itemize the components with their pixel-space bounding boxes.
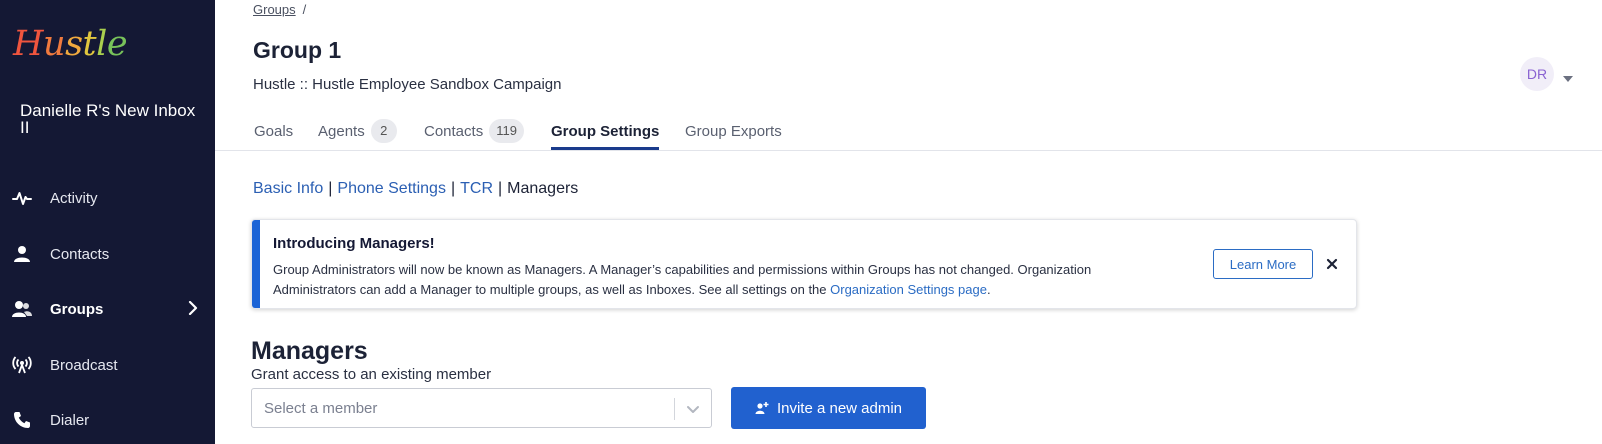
breadcrumb-link-groups[interactable]: Groups (253, 2, 296, 17)
sidebar-item-label: Contacts (50, 245, 110, 263)
tab-divider (215, 150, 1602, 151)
member-select-placeholder: Select a member (264, 400, 378, 417)
tab-label: Group Settings (551, 123, 660, 140)
tab-goals[interactable]: Goals (254, 112, 293, 150)
broadcast-icon (12, 355, 32, 375)
subnav-tcr[interactable]: TCR (460, 180, 493, 197)
subnav-separator: | (498, 180, 503, 197)
alert-title: Introducing Managers! (273, 235, 435, 252)
logo-letter: l (96, 24, 107, 64)
logo-letter: s (65, 24, 83, 64)
sidebar-item-activity[interactable]: Activity (0, 178, 215, 218)
tab-label: Contacts (424, 123, 484, 140)
tab-group-exports[interactable]: Group Exports (685, 112, 782, 150)
count-badge: 119 (489, 119, 524, 143)
breadcrumb-separator: / (302, 2, 307, 17)
activity-icon (12, 188, 32, 208)
logo-letter: t (82, 24, 97, 64)
hustle-logo[interactable]: Hustle (13, 24, 128, 64)
tab-label: Goals (254, 123, 294, 140)
close-icon[interactable] (1324, 256, 1340, 272)
avatar[interactable]: DR (1520, 57, 1554, 91)
sidebar-item-label: Activity (50, 189, 98, 207)
subnav-separator: | (328, 180, 333, 197)
member-select[interactable]: Select a member (251, 388, 712, 428)
sidebar-item-contacts[interactable]: Contacts (0, 234, 215, 274)
managers-announcement-alert: Introducing Managers! Group Administrato… (251, 219, 1357, 309)
tab-contacts[interactable]: Contacts 119 (424, 112, 524, 150)
breadcrumb: Groups / (253, 2, 306, 17)
managers-heading: Managers (251, 337, 368, 365)
sidebar-item-broadcast[interactable]: Broadcast (0, 345, 215, 385)
select-divider (674, 398, 675, 420)
sidebar-item-dialer[interactable]: Dialer (0, 400, 215, 440)
page-title: Group 1 (253, 37, 342, 63)
tab-agents[interactable]: Agents 2 (318, 112, 397, 150)
phone-icon (12, 410, 32, 430)
chevron-right-icon (188, 300, 198, 320)
groups-icon (12, 299, 32, 319)
subnav-basic-info[interactable]: Basic Info (253, 180, 323, 197)
subnav-managers-current: Managers (507, 180, 579, 197)
learn-more-button[interactable]: Learn More (1213, 249, 1313, 279)
page-subtitle: Hustle :: Hustle Employee Sandbox Campai… (253, 76, 562, 93)
logo-letter: H (13, 24, 44, 64)
tab-label: Group Exports (685, 123, 782, 140)
add-user-icon (755, 401, 769, 415)
sidebar-item-label: Groups (50, 300, 104, 318)
sidebar: Hustle Danielle R's New Inbox II Activit… (0, 0, 215, 444)
inbox-name[interactable]: Danielle R's New Inbox II (20, 102, 200, 136)
invite-button-label: Invite a new admin (776, 399, 903, 417)
logo-letter: u (43, 24, 66, 64)
alert-body-end: . (986, 281, 991, 297)
subnav-separator: | (450, 180, 456, 197)
sidebar-item-label: Broadcast (50, 356, 118, 374)
alert-accent-stripe (252, 220, 260, 308)
chevron-down-icon[interactable] (685, 401, 701, 422)
settings-subnav: Basic Info | Phone Settings | TCR | Managers (253, 180, 578, 198)
tab-group-settings[interactable]: Group Settings (551, 112, 660, 150)
invite-new-admin-button[interactable]: Invite a new admin (731, 387, 926, 429)
organization-settings-link[interactable]: Organization Settings page (830, 282, 987, 297)
managers-subheading: Grant access to an existing member (251, 366, 492, 383)
count-badge: 2 (370, 119, 397, 143)
tab-label: Agents (318, 123, 365, 140)
sidebar-item-label: Dialer (50, 411, 90, 429)
sidebar-item-groups[interactable]: Groups (0, 289, 215, 329)
caret-down-icon[interactable] (1563, 69, 1573, 87)
subnav-phone-settings[interactable]: Phone Settings (337, 180, 446, 197)
logo-letter: e (106, 24, 128, 64)
alert-body: Group Administrators will now be known a… (273, 260, 1163, 299)
person-icon (12, 244, 32, 264)
